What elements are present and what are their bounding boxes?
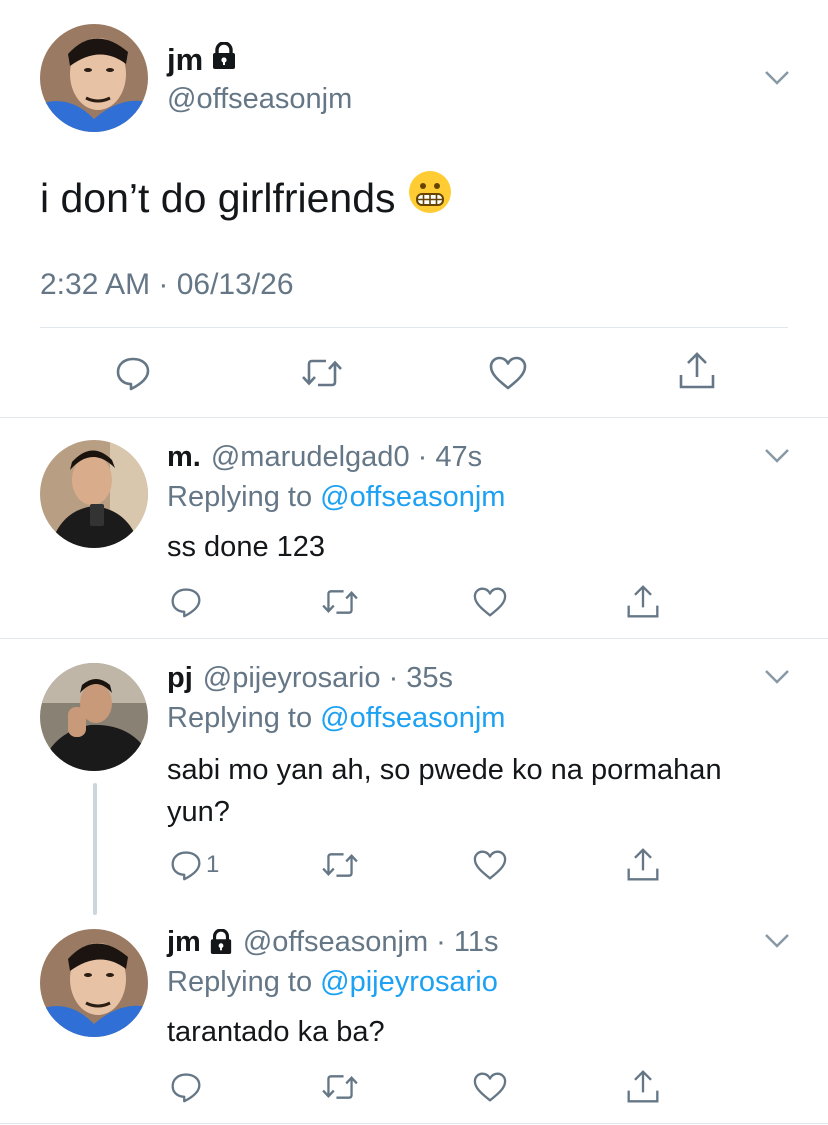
like-button[interactable] <box>472 1071 508 1103</box>
retweet-button[interactable] <box>300 355 344 391</box>
chevron-down-icon[interactable] <box>764 448 790 464</box>
reply-icon <box>171 1073 201 1103</box>
retweet-button[interactable] <box>320 1071 360 1103</box>
replying-prefix: Replying to <box>167 702 321 734</box>
retweet-button[interactable] <box>320 586 360 618</box>
like-button[interactable] <box>472 586 508 618</box>
retweet-icon <box>322 1075 358 1099</box>
reply-header: jm @offseasonjm · 11s <box>167 925 499 959</box>
avatar[interactable] <box>40 24 148 132</box>
share-button[interactable] <box>626 584 660 620</box>
chevron-down-icon[interactable] <box>764 669 790 685</box>
author-name[interactable]: jm <box>167 41 237 78</box>
reply-icon <box>171 588 201 618</box>
grimacing-emoji-icon <box>408 170 452 226</box>
tweet-timestamp[interactable]: 2:32 AM · 06/13/26 <box>40 266 294 304</box>
avatar[interactable] <box>40 929 148 1037</box>
author-handle[interactable]: @offseasonjm <box>167 82 352 116</box>
author-handle-time[interactable]: @marudelgad0 · 47s <box>211 440 482 474</box>
share-button[interactable] <box>678 351 716 391</box>
replying-to-mention[interactable]: @offseasonjm <box>320 702 505 734</box>
reply-button[interactable] <box>170 586 206 618</box>
reply-button[interactable] <box>170 1071 206 1103</box>
reply-tweet: jm @offseasonjm · 11s Replying to @pijey… <box>0 909 828 1123</box>
reply-tweet: pj @pijeyrosario · 35s Replying to @offs… <box>0 639 828 915</box>
retweet-icon <box>322 853 358 877</box>
replying-prefix: Replying to <box>167 481 321 513</box>
author-name-text: jm <box>167 42 204 77</box>
like-icon <box>473 1072 507 1102</box>
retweet-button[interactable] <box>320 849 360 881</box>
share-button[interactable] <box>626 1069 660 1105</box>
like-button[interactable] <box>488 355 528 391</box>
divider <box>40 327 788 328</box>
chevron-down-icon[interactable] <box>764 933 790 949</box>
replying-to-mention[interactable]: @pijeyrosario <box>320 966 498 998</box>
author-name[interactable]: jm <box>167 925 201 959</box>
like-button[interactable] <box>472 849 508 881</box>
author-name[interactable]: pj <box>167 661 193 695</box>
reply-button[interactable]: 1 <box>170 849 219 881</box>
like-icon <box>473 587 507 617</box>
lock-icon <box>211 41 237 78</box>
reply-header: m. @marudelgad0 · 47s <box>167 440 482 474</box>
replying-to-mention[interactable]: @offseasonjm <box>320 481 505 513</box>
reply-text: ss done 123 <box>167 531 326 563</box>
share-icon <box>627 1070 659 1103</box>
author-name[interactable]: m. <box>167 440 201 474</box>
share-icon <box>679 352 715 389</box>
tweet-text-content: i don’t do girlfriends <box>40 175 396 221</box>
reply-button[interactable] <box>115 355 151 391</box>
lock-icon <box>209 929 233 955</box>
retweet-icon <box>322 590 358 614</box>
replying-to: Replying to @offseasonjm <box>167 480 505 514</box>
like-icon <box>489 356 527 390</box>
main-tweet: jm @offseasonjm i don’t do girlfriends 2… <box>0 0 828 418</box>
share-icon <box>627 585 659 618</box>
divider <box>0 1123 828 1124</box>
tweet-text: i don’t do girlfriends <box>40 170 452 226</box>
reply-text: sabi mo yan ah, so pwede ko na pormahan … <box>167 754 722 828</box>
like-icon <box>473 850 507 880</box>
avatar[interactable] <box>40 440 148 548</box>
reply-tweet: m. @marudelgad0 · 47s Replying to @offse… <box>0 418 828 638</box>
chevron-down-icon[interactable] <box>764 70 790 86</box>
thread-line <box>93 783 97 915</box>
reply-text: tarantado ka ba? <box>167 1016 385 1048</box>
avatar[interactable] <box>40 663 148 771</box>
author-handle-time[interactable]: @pijeyrosario · 35s <box>203 661 453 695</box>
replying-to: Replying to @pijeyrosario <box>167 965 498 999</box>
reply-header: pj @pijeyrosario · 35s <box>167 661 453 695</box>
author-handle-time[interactable]: @offseasonjm · 11s <box>243 925 499 959</box>
reply-icon <box>171 851 201 881</box>
share-icon <box>627 848 659 881</box>
retweet-icon <box>302 359 342 387</box>
reply-icon <box>116 357 150 391</box>
replying-prefix: Replying to <box>167 966 321 998</box>
share-button[interactable] <box>626 847 660 883</box>
replying-to: Replying to @offseasonjm <box>167 701 505 735</box>
reply-count: 1 <box>206 851 220 878</box>
